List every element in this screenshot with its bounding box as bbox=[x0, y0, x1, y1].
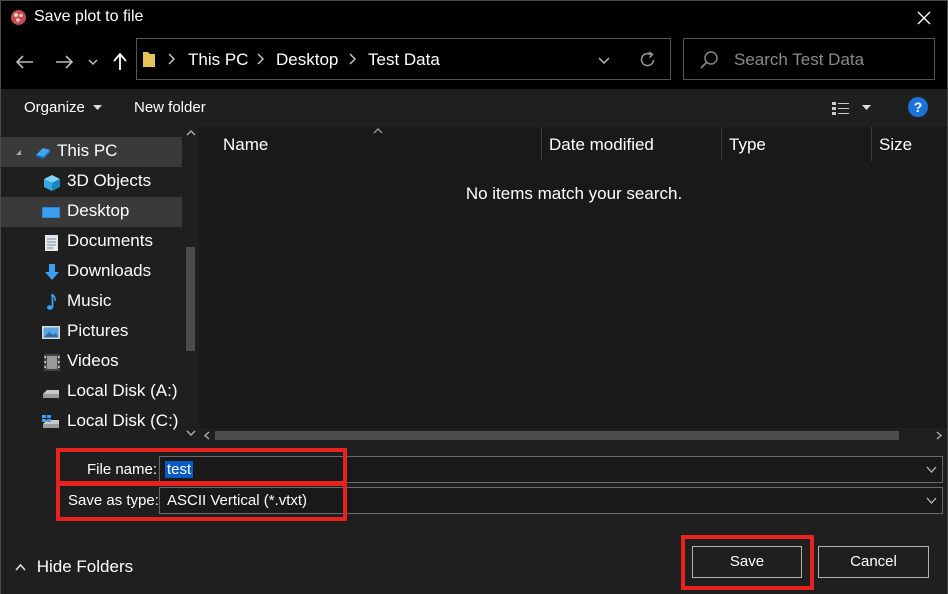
save-options: File name: test Save as type: ASCII Vert… bbox=[1, 441, 947, 594]
address-dropdown-icon[interactable] bbox=[598, 57, 610, 65]
forward-button[interactable] bbox=[52, 50, 76, 74]
organize-button[interactable]: Organize bbox=[24, 99, 103, 116]
column-header-size[interactable]: Size bbox=[879, 135, 912, 155]
breadcrumb-desktop[interactable]: Desktop bbox=[276, 50, 338, 70]
scrollbar-thumb[interactable] bbox=[186, 247, 195, 351]
breadcrumb-chevron-icon bbox=[349, 53, 356, 65]
save-button[interactable]: Save bbox=[692, 546, 802, 578]
tree-item-this-pc[interactable]: This PC bbox=[1, 137, 182, 167]
tree-label: Videos bbox=[67, 351, 119, 370]
highlight-box bbox=[56, 482, 347, 521]
chevron-up-icon bbox=[15, 563, 26, 571]
desktop-icon bbox=[42, 207, 60, 218]
column-header-type[interactable]: Type bbox=[729, 135, 766, 155]
hide-folders-label: Hide Folders bbox=[36, 557, 134, 576]
up-arrow-icon bbox=[113, 53, 127, 70]
breadcrumb-this-pc[interactable]: This PC bbox=[188, 50, 248, 70]
film-icon bbox=[44, 354, 60, 371]
scrollbar-thumb[interactable] bbox=[215, 431, 899, 440]
tree-label: Documents bbox=[67, 231, 153, 250]
tree-item-videos[interactable]: Videos bbox=[1, 347, 182, 377]
column-divider[interactable] bbox=[721, 127, 722, 161]
caret-down-icon bbox=[93, 105, 103, 111]
chevron-down-icon bbox=[88, 58, 98, 65]
address-bar[interactable]: This PC Desktop Test Data bbox=[136, 38, 671, 80]
new-folder-button[interactable]: New folder bbox=[134, 99, 206, 116]
tree-label: Pictures bbox=[67, 321, 129, 340]
tree-label: Desktop bbox=[67, 201, 130, 220]
chevron-down-icon[interactable] bbox=[926, 495, 937, 506]
tree-item-pictures[interactable]: Pictures bbox=[1, 317, 182, 347]
nav-pane-scrollbar[interactable] bbox=[183, 127, 199, 441]
download-icon bbox=[45, 264, 59, 280]
computer-icon bbox=[36, 148, 50, 159]
up-button[interactable] bbox=[108, 50, 132, 74]
tree-label: Music bbox=[67, 291, 112, 310]
title-bar: Save plot to file bbox=[1, 1, 947, 35]
tree-label: Local Disk (C:) bbox=[67, 411, 179, 430]
back-button[interactable] bbox=[13, 50, 37, 74]
organize-label: Organize bbox=[24, 99, 85, 116]
picture-icon bbox=[42, 326, 60, 339]
scroll-left-icon[interactable] bbox=[203, 431, 210, 440]
app-icon bbox=[11, 10, 26, 25]
breadcrumb-test-data[interactable]: Test Data bbox=[368, 50, 440, 70]
navigation-bar: This PC Desktop Test Data Search Test Da… bbox=[1, 35, 947, 89]
breadcrumb-chevron-icon bbox=[257, 53, 264, 65]
tree-label: Downloads bbox=[67, 261, 152, 280]
tree-item-documents[interactable]: Documents bbox=[1, 227, 182, 257]
tree-label: Local Disk (A:) bbox=[67, 381, 178, 400]
column-header-date-modified[interactable]: Date modified bbox=[549, 135, 654, 155]
scroll-down-icon[interactable] bbox=[186, 430, 196, 437]
hide-folders-button[interactable]: Hide Folders bbox=[15, 557, 133, 577]
search-icon bbox=[700, 51, 718, 69]
column-divider[interactable] bbox=[541, 127, 542, 161]
expand-chevron-icon[interactable] bbox=[15, 149, 23, 157]
horizontal-scrollbar[interactable] bbox=[199, 428, 947, 442]
scroll-right-icon[interactable] bbox=[936, 431, 943, 440]
window-title: Save plot to file bbox=[34, 8, 144, 25]
tree-label: This PC bbox=[57, 141, 118, 160]
close-icon bbox=[917, 11, 931, 25]
drive-icon bbox=[43, 390, 59, 398]
folder-icon bbox=[143, 52, 155, 67]
recent-locations-button[interactable] bbox=[83, 50, 103, 74]
refresh-icon[interactable] bbox=[640, 51, 656, 68]
sort-ascending-icon bbox=[373, 128, 383, 134]
tree-label: 3D Objects bbox=[67, 171, 152, 190]
view-caret-down-icon[interactable] bbox=[862, 105, 871, 111]
tree-item-local-disk-c[interactable]: Local Disk (C:) bbox=[1, 407, 182, 437]
column-divider[interactable] bbox=[871, 127, 872, 161]
windows-drive-icon bbox=[42, 415, 59, 428]
back-arrow-icon bbox=[16, 55, 33, 69]
forward-arrow-icon bbox=[56, 55, 73, 69]
tree-item-music[interactable]: Music bbox=[1, 287, 182, 317]
close-button[interactable] bbox=[901, 1, 947, 35]
highlight-box bbox=[56, 448, 347, 485]
chevron-down-icon[interactable] bbox=[926, 464, 937, 475]
tree-item-desktop[interactable]: Desktop bbox=[1, 197, 182, 227]
column-header-name[interactable]: Name bbox=[223, 135, 268, 155]
search-box[interactable]: Search Test Data bbox=[683, 38, 935, 80]
cancel-button[interactable]: Cancel bbox=[818, 546, 929, 578]
tree-item-downloads[interactable]: Downloads bbox=[1, 257, 182, 287]
music-note-icon bbox=[47, 294, 56, 310]
save-dialog: Save plot to file This PC Desktop Test D… bbox=[0, 0, 948, 594]
file-list: Name Date modified Type Size No items ma… bbox=[199, 127, 947, 442]
cube-icon bbox=[44, 175, 60, 191]
navigation-pane: This PC 3D Objects Desktop Documents Dow… bbox=[1, 127, 199, 441]
help-button[interactable]: ? bbox=[908, 97, 928, 117]
breadcrumb-chevron-icon bbox=[168, 53, 175, 65]
search-placeholder: Search Test Data bbox=[734, 50, 865, 69]
scroll-up-icon[interactable] bbox=[186, 129, 196, 136]
command-bar: Organize New folder ? bbox=[1, 89, 947, 127]
tree-item-local-disk-a[interactable]: Local Disk (A:) bbox=[1, 377, 182, 407]
view-options-icon[interactable] bbox=[831, 101, 851, 115]
empty-message: No items match your search. bbox=[465, 184, 683, 203]
tree-item-3d-objects[interactable]: 3D Objects bbox=[1, 167, 182, 197]
document-icon bbox=[45, 235, 58, 251]
